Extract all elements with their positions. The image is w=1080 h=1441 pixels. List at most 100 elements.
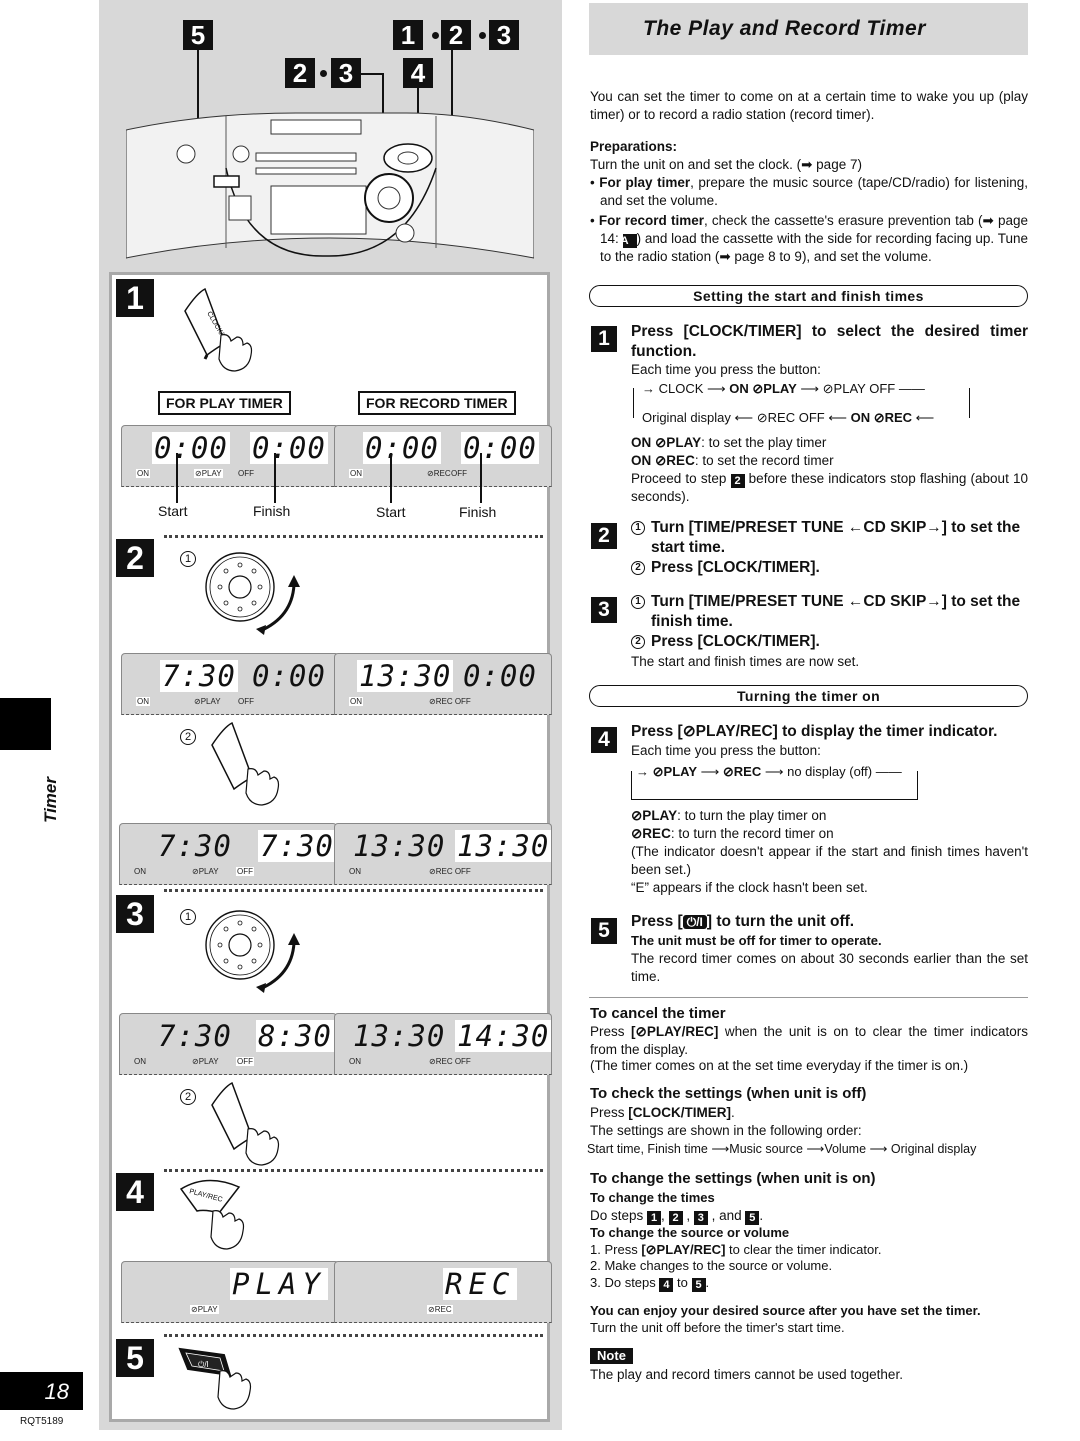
- step-2-number: 2: [116, 539, 154, 577]
- order-item: Volume: [824, 1142, 867, 1156]
- step-ref-badge: 5: [691, 1278, 706, 1292]
- check-text: .: [731, 1105, 735, 1120]
- def-term: ⊘PLAY: [631, 808, 678, 823]
- callout-step-3: 3: [331, 58, 361, 88]
- def-desc: : to turn the play timer on: [677, 808, 827, 823]
- item-button-ref: [⊘PLAY/REC]: [641, 1242, 726, 1257]
- svg-text:⏻/I: ⏻/I: [198, 1360, 209, 1369]
- cycle-item-original: Original display: [642, 410, 731, 425]
- lcd-finish-time: 7:30: [258, 829, 336, 863]
- lcd-display-play: 7:30 7:30 ON ⊘PLAY OFF: [119, 823, 337, 885]
- cycle-item-clock: CLOCK: [658, 381, 704, 396]
- lcd-display-record: 0:00 0:00 ON ⊘REC OFF: [334, 425, 552, 487]
- steps-panel: 1 CLOCK/TIMER FOR PLAY TIMER FOR RECORD …: [109, 272, 552, 1422]
- preparations-heading: Preparations:: [590, 138, 1028, 156]
- step-ref-badge: 4: [659, 1278, 674, 1292]
- step-5-badge: 5: [591, 918, 617, 944]
- finish-pointer: [480, 453, 482, 503]
- lcd-start-time: 7:30: [158, 1019, 232, 1053]
- lcd-off-indicator: OFF: [236, 1057, 254, 1066]
- lcd-display-play: 0:00 0:00 ON ⊘PLAY OFF: [121, 425, 339, 487]
- cycle-item-play: ⊘PLAY: [652, 764, 697, 779]
- item-text: Make changes to the source or volume.: [604, 1258, 833, 1273]
- cycle-item-rec: ⊘REC: [722, 764, 762, 779]
- page-number: 18: [0, 1372, 83, 1410]
- lcd-start-time: 0:00: [152, 431, 230, 465]
- preparations-bullet-record: • For record timer, check the cassette's…: [590, 213, 1028, 265]
- step-4-note-2: “E” appears if the clock hasn't been set…: [631, 880, 868, 895]
- step-3-instruction: Turn [TIME/PRESET TUNE ←CD SKIP→] to set…: [651, 593, 1021, 630]
- callout-step-1: 1: [393, 20, 423, 50]
- tune-dial-icon: [205, 910, 300, 993]
- step-5-bold-line: The unit must be off for timer to operat…: [631, 933, 882, 948]
- def-desc: : to turn the record timer on: [670, 826, 834, 841]
- heading-text: Press [: [631, 913, 683, 930]
- section-tab-label: Timer: [41, 777, 60, 823]
- lcd-play-indicator: ⊘PLAY: [192, 1057, 219, 1066]
- callout-step-5: 5: [183, 20, 213, 50]
- lcd-on-indicator: ON: [349, 469, 363, 478]
- check-button-ref: [CLOCK/TIMER]: [628, 1105, 731, 1120]
- for-record-timer-label: FOR RECORD TIMER: [358, 391, 516, 415]
- cycle-bottom-row: Original display ⟵ ⊘REC OFF ⟵ ON ⊘REC ⟵: [640, 410, 937, 426]
- step-4-badge: 4: [591, 727, 617, 753]
- bullet-text: ) and load the cassette with the side fo…: [600, 231, 1028, 265]
- lcd-on-indicator: ON: [349, 697, 363, 706]
- stereo-unit-illustration: [126, 112, 534, 259]
- step-1-def-play: ON ⊘PLAY: to set the play timer: [631, 434, 1028, 452]
- lcd-finish-time: 0:00: [461, 431, 539, 465]
- lcd-rec-indicator: ⊘REC OFF: [429, 1057, 471, 1066]
- lcd-play-indicator: ⊘PLAY: [192, 867, 219, 876]
- change-times-heading: To change the times: [590, 1190, 715, 1205]
- lcd-display-play: 7:30 8:30 ON ⊘PLAY OFF: [119, 1013, 337, 1075]
- lcd-start-time: 0:00: [363, 431, 441, 465]
- preparations-bullet-play: • For play timer, prepare the music sour…: [590, 175, 1028, 209]
- tune-dial-icon: [205, 552, 300, 635]
- lcd-finish-time: 0:00: [250, 431, 328, 465]
- lcd-display-record: REC ⊘REC: [334, 1261, 552, 1323]
- def-desc: : to set the play timer: [701, 435, 827, 450]
- note-text: The play and record timers cannot be use…: [590, 1367, 903, 1382]
- substep-marker: 2: [631, 635, 645, 649]
- page-title: The Play and Record Timer: [643, 17, 926, 40]
- substep-2-marker: 2: [180, 1089, 196, 1105]
- power-button-press-icon: ⏻/I: [178, 1347, 252, 1410]
- callout-step-3b: 3: [489, 20, 519, 50]
- lcd-on-indicator: ON: [136, 697, 150, 706]
- lcd-off-indicator: OFF: [238, 697, 254, 706]
- item-text: to: [677, 1275, 688, 1290]
- step-3-badge: 3: [591, 597, 617, 623]
- lcd-rec-indicator: ⊘REC: [427, 469, 451, 478]
- lcd-display-play: 7:30 0:00 ON ⊘PLAY OFF: [121, 653, 339, 715]
- step-3-instruction: Press [CLOCK/TIMER].: [651, 633, 820, 650]
- lcd-off-indicator: OFF: [451, 469, 467, 478]
- step-ref-badge: 3: [693, 1211, 708, 1225]
- section-tab-marker: [0, 698, 51, 750]
- lcd-start-time: 7:30: [160, 659, 238, 693]
- step-3-note: The start and finish times are now set.: [631, 654, 860, 669]
- lcd-start-time: 7:30: [158, 829, 232, 863]
- order-item: Start time, Finish time: [587, 1142, 708, 1156]
- clock-timer-press-icon: [211, 1081, 280, 1166]
- callout-step-2: 2: [285, 58, 315, 88]
- note-label: Note: [590, 1348, 633, 1364]
- step-3-number: 3: [116, 895, 154, 933]
- enjoy-text: Turn the unit off before the timer's sta…: [590, 1320, 845, 1335]
- check-text: Press: [590, 1105, 629, 1120]
- step-2-instruction: Turn [TIME/PRESET TUNE ←CD SKIP→] to set…: [651, 519, 1021, 556]
- lcd-rec-indicator: ⊘REC: [427, 1305, 453, 1314]
- leader-line: [361, 73, 383, 75]
- lcd-finish-time: 14:30: [455, 1019, 552, 1053]
- lcd-on-indicator: ON: [136, 469, 150, 478]
- step-5-heading: Press [⏻/I] to turn the unit off.: [631, 912, 1028, 932]
- start-pointer: [390, 453, 392, 503]
- step-ref-badge: 2: [668, 1211, 683, 1225]
- change-text: Do steps: [590, 1208, 644, 1223]
- def-term: ⊘REC: [631, 826, 671, 841]
- cycle-item-rec-off: ⊘REC OFF: [756, 410, 825, 425]
- step-2-instruction: Press [CLOCK/TIMER].: [651, 559, 820, 576]
- def-term: ON ⊘REC: [631, 453, 695, 468]
- step-divider: [164, 1334, 543, 1337]
- lcd-on-indicator: ON: [134, 1057, 146, 1066]
- substep-marker: 2: [631, 561, 645, 575]
